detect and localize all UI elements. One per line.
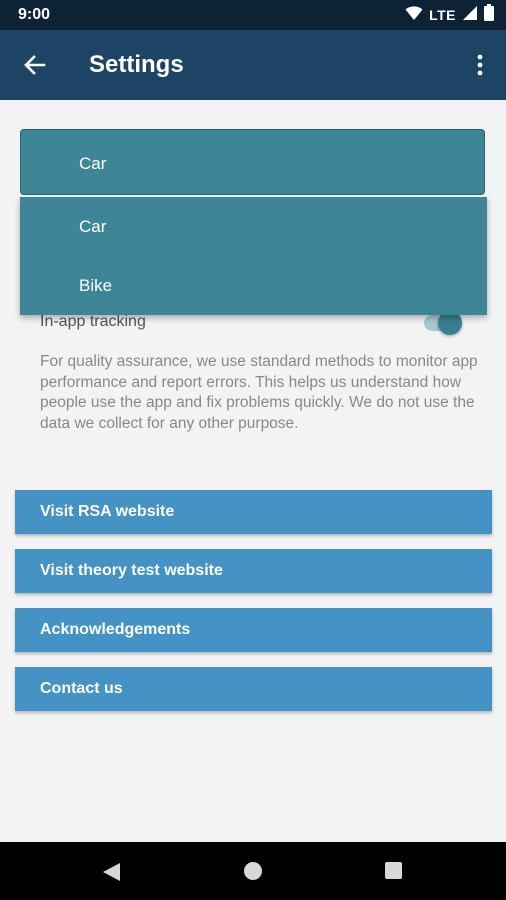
vehicle-type-dropdown: Car Bike xyxy=(20,197,487,315)
more-vertical-icon xyxy=(468,54,492,84)
visit-rsa-website-button[interactable]: Visit RSA website xyxy=(15,490,492,534)
status-time: 9:00 xyxy=(18,6,51,23)
dropdown-option-car[interactable]: Car xyxy=(20,197,487,256)
tracking-description: For quality assurance, we use standard m… xyxy=(40,353,478,432)
back-button[interactable] xyxy=(20,50,50,80)
acknowledgements-button[interactable]: Acknowledgements xyxy=(15,608,492,652)
button-label: Visit theory test website xyxy=(40,562,223,579)
system-nav-bar xyxy=(0,842,506,900)
arrow-left-icon xyxy=(20,55,50,84)
visit-theory-test-website-button[interactable]: Visit theory test website xyxy=(15,549,492,593)
dropdown-option-label: Car xyxy=(79,217,107,236)
tracking-label: In-app tracking xyxy=(40,313,146,330)
contact-us-button[interactable]: Contact us xyxy=(15,667,492,711)
wifi-icon xyxy=(405,5,423,26)
vehicle-type-select[interactable]: Car xyxy=(20,129,485,195)
dropdown-option-label: Bike xyxy=(79,276,113,295)
signal-icon xyxy=(462,5,478,26)
nav-recents-button[interactable] xyxy=(385,862,402,879)
button-label: Visit RSA website xyxy=(40,503,175,520)
button-label: Acknowledgements xyxy=(40,621,191,638)
app-bar: Settings xyxy=(0,30,506,100)
status-bar: 9:00 LTE xyxy=(0,0,506,30)
dropdown-option-bike[interactable]: Bike xyxy=(20,256,487,315)
nav-back-button[interactable] xyxy=(100,861,122,888)
page-title: Settings xyxy=(89,51,184,78)
status-icons: LTE xyxy=(405,4,494,26)
vehicle-type-selected: Car xyxy=(79,154,107,173)
overflow-menu-button[interactable] xyxy=(468,50,492,80)
nav-home-button[interactable] xyxy=(244,862,262,880)
button-label: Contact us xyxy=(40,680,123,697)
network-type-label: LTE xyxy=(429,7,456,23)
battery-icon xyxy=(484,4,494,26)
